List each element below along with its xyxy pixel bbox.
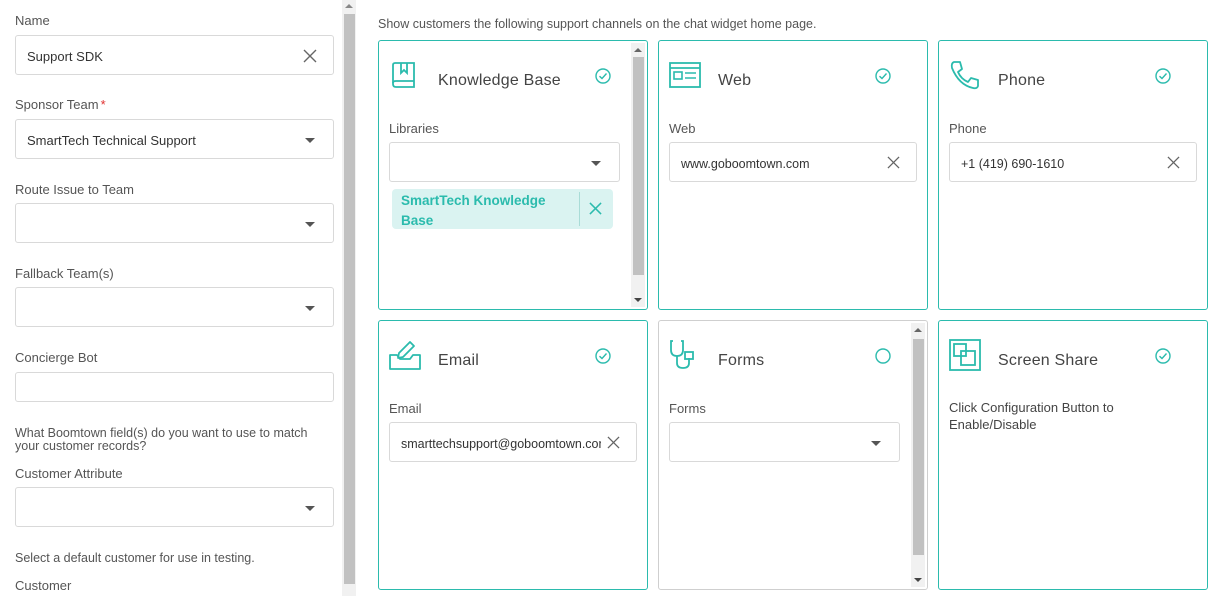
sponsor-team-select[interactable]: SmartTech Technical Support	[15, 119, 334, 159]
channels-intro: Show customers the following support cha…	[378, 17, 817, 31]
sponsor-team-label: Sponsor Team *	[15, 97, 106, 112]
phone-label: Phone	[949, 121, 987, 136]
chip-divider	[579, 192, 580, 226]
customer-attribute-select[interactable]	[15, 487, 334, 527]
screen-share-message: Click Configuration Button to Enable/Dis…	[949, 400, 1114, 432]
fallback-team-label: Fallback Team(s)	[15, 266, 114, 281]
settings-form: Name Support SDK Sponsor Team * SmartTech…	[0, 0, 342, 596]
knowledge-base-card[interactable]: Knowledge Base Libraries SmartTech Knowl…	[378, 40, 648, 310]
email-card[interactable]: Email Email smarttechsupport@goboomtown.…	[378, 320, 648, 590]
check-circle-icon[interactable]	[594, 67, 612, 85]
email-label: Email	[389, 401, 422, 416]
unchecked-circle-icon[interactable]	[874, 347, 892, 365]
clear-email-icon[interactable]	[607, 436, 620, 449]
screen-share-icon	[949, 339, 981, 371]
chevron-down-icon	[591, 161, 601, 166]
libraries-label: Libraries	[389, 121, 439, 136]
web-url-input[interactable]: www.goboomtown.com	[669, 142, 917, 182]
scrollbar-thumb[interactable]	[344, 14, 355, 584]
chevron-down-icon	[305, 222, 315, 227]
book-icon	[392, 62, 415, 88]
phone-title: Phone	[998, 72, 1046, 89]
clear-name-icon[interactable]	[303, 49, 317, 63]
clear-web-icon[interactable]	[887, 156, 900, 169]
check-circle-icon[interactable]	[594, 347, 612, 365]
libraries-select[interactable]	[389, 142, 620, 182]
scroll-down-arrow[interactable]	[914, 578, 922, 582]
knowledge-card-scrollbar[interactable]	[631, 43, 645, 307]
route-team-label: Route Issue to Team	[15, 182, 134, 197]
screen-share-title: Screen Share	[998, 352, 1099, 369]
left-panel-scrollbar[interactable]	[342, 0, 356, 596]
phone-icon	[950, 61, 979, 90]
email-title: Email	[438, 352, 480, 369]
chevron-down-icon	[305, 138, 315, 143]
match-help-text: What Boomtown field(s) do you want to us…	[15, 426, 308, 453]
scroll-up-arrow[interactable]	[634, 48, 642, 52]
remove-chip-icon[interactable]	[589, 202, 602, 215]
phone-input[interactable]: +1 (419) 690-1610	[949, 142, 1197, 182]
chevron-down-icon	[305, 306, 315, 311]
stethoscope-icon	[670, 340, 694, 369]
default-customer-help: Select a default customer for use in tes…	[15, 551, 255, 565]
clear-phone-icon[interactable]	[1167, 156, 1180, 169]
scroll-up-arrow[interactable]	[345, 4, 353, 8]
scroll-up-arrow[interactable]	[914, 328, 922, 332]
check-circle-icon[interactable]	[1154, 347, 1172, 365]
web-label: Web	[669, 121, 696, 136]
screen-share-card[interactable]: Screen Share Click Configuration Button …	[938, 320, 1208, 590]
email-value: smarttechsupport@goboomtown.com	[401, 437, 601, 451]
web-title: Web	[718, 72, 752, 89]
check-circle-icon[interactable]	[1154, 67, 1172, 85]
knowledge-base-title: Knowledge Base	[438, 72, 561, 89]
customer-attribute-label: Customer Attribute	[15, 466, 123, 481]
forms-label: Forms	[669, 401, 706, 416]
library-chip: SmartTech Knowledge Base	[392, 189, 613, 229]
browser-window-icon	[669, 62, 701, 88]
forms-card-scrollbar[interactable]	[911, 323, 925, 587]
web-card[interactable]: Web Web www.goboomtown.com	[658, 40, 928, 310]
scrollbar-thumb[interactable]	[913, 339, 924, 555]
fallback-team-select[interactable]	[15, 287, 334, 327]
forms-select[interactable]	[669, 422, 900, 462]
chevron-down-icon	[305, 506, 315, 511]
forms-card[interactable]: Forms Forms	[658, 320, 928, 590]
concierge-bot-label: Concierge Bot	[15, 350, 98, 365]
name-input-value: Support SDK	[27, 49, 103, 64]
phone-value: +1 (419) 690-1610	[961, 157, 1065, 171]
customer-label: Customer	[15, 578, 72, 593]
sponsor-team-value: SmartTech Technical Support	[27, 133, 196, 148]
concierge-bot-input[interactable]	[15, 372, 334, 402]
chevron-down-icon	[871, 441, 881, 446]
name-label: Name	[15, 13, 50, 28]
required-asterisk: *	[100, 97, 106, 112]
phone-card[interactable]: Phone Phone +1 (419) 690-1610	[938, 40, 1208, 310]
email-input[interactable]: smarttechsupport@goboomtown.com	[389, 422, 637, 462]
route-team-select[interactable]	[15, 203, 334, 243]
email-edit-icon	[389, 341, 421, 370]
check-circle-icon[interactable]	[874, 67, 892, 85]
scroll-down-arrow[interactable]	[634, 298, 642, 302]
scrollbar-thumb[interactable]	[633, 57, 644, 275]
name-input[interactable]: Support SDK	[15, 35, 334, 75]
forms-title: Forms	[718, 352, 765, 369]
library-chip-label: SmartTech Knowledge Base	[401, 193, 546, 228]
web-url-value: www.goboomtown.com	[681, 157, 810, 171]
